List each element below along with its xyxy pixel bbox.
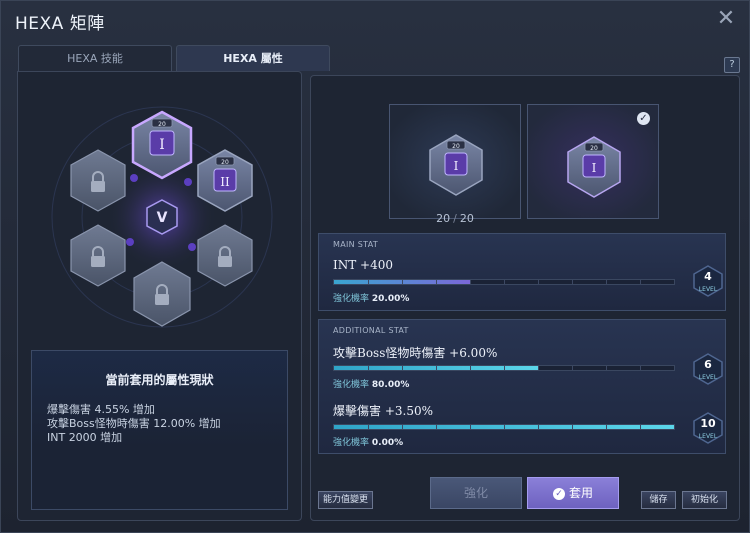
additional-stat-progress-bar xyxy=(333,365,675,371)
status-line: INT 2000 增加 xyxy=(47,431,123,444)
current-node-card: I 20 xyxy=(389,104,521,219)
additional-stat-level-badge: 10 LEVEL xyxy=(693,412,723,444)
progress-segment-tick xyxy=(368,425,369,429)
svg-text:I: I xyxy=(592,161,597,175)
progress-segment-tick xyxy=(470,366,471,370)
check-icon: ✓ xyxy=(637,112,650,125)
progress-segment-tick xyxy=(402,425,403,429)
svg-text:20: 20 xyxy=(452,143,460,150)
progress-segment-tick xyxy=(504,366,505,370)
progress-segment-tick xyxy=(436,366,437,370)
enhance-button[interactable]: 強化 xyxy=(430,477,522,509)
progress-segment-tick xyxy=(436,425,437,429)
additional-stat-label: ADDITIONAL STAT xyxy=(333,326,409,335)
main-stat-progress-bar xyxy=(333,279,675,285)
progress-segment-tick xyxy=(436,280,437,284)
apply-button[interactable]: ✓ 套用 xyxy=(527,477,619,509)
hexa-matrix-window: HEXA 矩陣 ✕ ? HEXA 技能 HEXA 屬性 V I 20 II 20… xyxy=(0,0,750,533)
node-upper-right-level: 20 xyxy=(221,159,229,166)
node-count-separator: / xyxy=(453,212,457,225)
hex-grid: V I 20 II 20 xyxy=(51,106,273,328)
help-button[interactable]: ? xyxy=(724,57,740,73)
main-stat-level-badge: 4 LEVEL xyxy=(693,265,723,297)
status-heading: 當前套用的屬性現狀 xyxy=(105,373,214,387)
save-button[interactable]: 儲存 xyxy=(641,491,676,509)
progress-segment-tick xyxy=(402,366,403,370)
progress-segment-tick xyxy=(640,425,641,429)
progress-segment-tick xyxy=(640,366,641,370)
node-top-level: 20 xyxy=(158,121,166,128)
window-title: HEXA 矩陣 xyxy=(15,14,105,34)
progress-segment-tick xyxy=(504,280,505,284)
change-ability-button[interactable]: 能力值變更 xyxy=(318,491,373,509)
hex-node-top[interactable]: I 20 xyxy=(131,110,193,180)
progress-segment-tick xyxy=(538,366,539,370)
progress-segment-tick xyxy=(606,366,607,370)
hex-node-bottom[interactable] xyxy=(133,261,191,327)
progress-segment-tick xyxy=(504,425,505,429)
main-stat-name: INT +400 xyxy=(333,258,394,272)
progress-segment-tick xyxy=(368,366,369,370)
progress-segment-tick xyxy=(470,280,471,284)
main-stat-block: MAIN STAT INT +400 強化機率 20.00% 4 LEVEL xyxy=(318,233,726,311)
current-status-box: 當前套用的屬性現狀 爆擊傷害 4.55% 增加 攻擊Boss怪物時傷害 12.0… xyxy=(31,350,288,510)
main-stat-rate: 強化機率 20.00% xyxy=(333,294,410,304)
additional-stat-rate: 強化機率 0.00% xyxy=(333,438,404,448)
additional-stat-name: 爆擊傷害 +3.50% xyxy=(333,404,433,418)
center-emblem-icon: V xyxy=(146,199,178,235)
progress-segment-tick xyxy=(538,425,539,429)
progress-segment-tick xyxy=(606,280,607,284)
stat-detail-panel: I 20 20/20 ✓ I 20 MAIN STAT INT +400 強化機… xyxy=(310,75,740,521)
svg-text:I: I xyxy=(454,159,459,173)
additional-stat-name: 攻擊Boss怪物時傷害 +6.00% xyxy=(333,346,498,360)
additional-stat-progress-bar xyxy=(333,424,675,430)
svg-text:20: 20 xyxy=(590,145,598,152)
additional-stat-level-badge: 6 LEVEL xyxy=(693,353,723,385)
node-count-current: 20 xyxy=(436,212,451,225)
node-count-max: 20 xyxy=(459,212,474,225)
progress-segment-tick xyxy=(640,280,641,284)
additional-stat-block: ADDITIONAL STAT 攻擊Boss怪物時傷害 +6.00% 強化機率 … xyxy=(318,319,726,454)
tab-hexa-stat[interactable]: HEXA 屬性 xyxy=(176,45,330,71)
hex-grid-panel: V I 20 II 20 當前套用的屬性現狀 爆擊傷害 4.55% 增加 攻擊B… xyxy=(17,71,302,521)
close-icon[interactable]: ✕ xyxy=(707,5,745,31)
next-node-card: ✓ I 20 xyxy=(527,104,659,219)
node-top-numeral: I xyxy=(159,137,165,153)
progress-segment-tick xyxy=(572,280,573,284)
check-icon: ✓ xyxy=(552,487,565,500)
progress-segment-tick xyxy=(470,425,471,429)
progress-segment-tick xyxy=(572,425,573,429)
progress-segment-tick xyxy=(572,366,573,370)
progress-segment-tick xyxy=(368,280,369,284)
progress-segment-tick xyxy=(538,280,539,284)
progress-segment-tick xyxy=(402,280,403,284)
svg-text:V: V xyxy=(157,210,168,226)
initialize-button[interactable]: 初始化 xyxy=(682,491,727,509)
node-count: 20/20 xyxy=(389,212,521,225)
current-node-icon: I 20 xyxy=(429,134,483,196)
node-upper-right-numeral: II xyxy=(220,175,230,189)
progress-segment-tick xyxy=(606,425,607,429)
main-stat-label: MAIN STAT xyxy=(333,240,379,249)
additional-stat-rate: 強化機率 80.00% xyxy=(333,380,410,390)
apply-label: 套用 xyxy=(568,486,593,500)
tab-hexa-skill[interactable]: HEXA 技能 xyxy=(18,45,172,71)
